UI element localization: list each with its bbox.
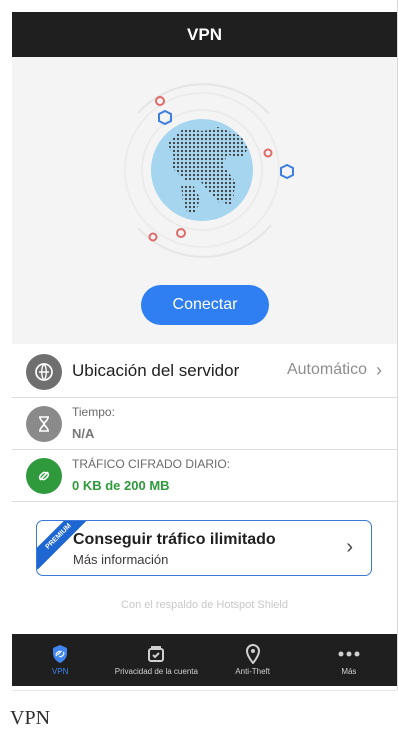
page-caption: VPN: [10, 707, 51, 729]
nav-item-anti-theft[interactable]: Anti-Theft: [205, 634, 301, 686]
chevron-right-icon: ›: [346, 536, 353, 558]
nav-item-vpn[interactable]: VPN: [12, 634, 108, 686]
more-icon: [337, 644, 361, 664]
promo-title: Conseguir tráfico ilimitado: [73, 531, 276, 548]
premium-promo-card[interactable]: PREMIUM Conseguir tráfico ilimitado Más …: [36, 520, 372, 576]
server-location-icon: [26, 354, 62, 390]
app-title: VPN: [187, 24, 222, 44]
traffic-value: 0 KB de 200 MB: [72, 478, 170, 493]
server-location-row[interactable]: Ubicación del servidor Automático ›: [12, 346, 397, 398]
nav-item-more[interactable]: Más: [301, 634, 397, 686]
app-frame: VPN Conectar Ubicación del servidor Auto…: [0, 0, 398, 690]
server-location-value: Automático: [286, 361, 367, 378]
promo-subtitle: Más información: [73, 552, 169, 567]
nav-item-account-privacy-label: Privacidad de la cuenta: [114, 667, 198, 676]
nav-item-vpn-label: VPN: [51, 667, 69, 676]
time-row: Tiempo: N/A: [12, 398, 397, 450]
traffic-row: TRÁFICO CIFRADO DIARIO: 0 KB de 200 MB: [12, 450, 397, 502]
nav-item-anti-theft-label: Anti-Theft: [235, 667, 270, 676]
connect-button-label: Conectar: [172, 296, 238, 313]
time-label: Tiempo:: [72, 405, 115, 419]
divider: [12, 690, 397, 691]
connect-button[interactable]: Conectar: [141, 285, 269, 325]
chevron-right-icon: ›: [376, 360, 382, 380]
top-bar: VPN: [12, 12, 397, 57]
server-location-label: Ubicación del servidor: [72, 361, 240, 380]
nav-item-account-privacy[interactable]: Privacidad de la cuenta: [108, 634, 204, 686]
nav-item-more-label: Más: [341, 667, 357, 676]
link-icon: [26, 458, 62, 494]
time-value: N/A: [72, 426, 95, 441]
hotspot-shield-note: Con el respaldo de Hotspot Shield: [121, 599, 288, 611]
location-pin-icon: [244, 644, 262, 664]
bottom-navigation: VPN Privacidad de la cuenta Anti-Theft M…: [12, 634, 397, 686]
hourglass-icon: [26, 406, 62, 442]
shield-icon: [51, 644, 69, 664]
hero-section: Conectar: [12, 57, 397, 344]
traffic-label: TRÁFICO CIFRADO DIARIO:: [72, 457, 231, 471]
privacy-icon: [146, 644, 166, 664]
